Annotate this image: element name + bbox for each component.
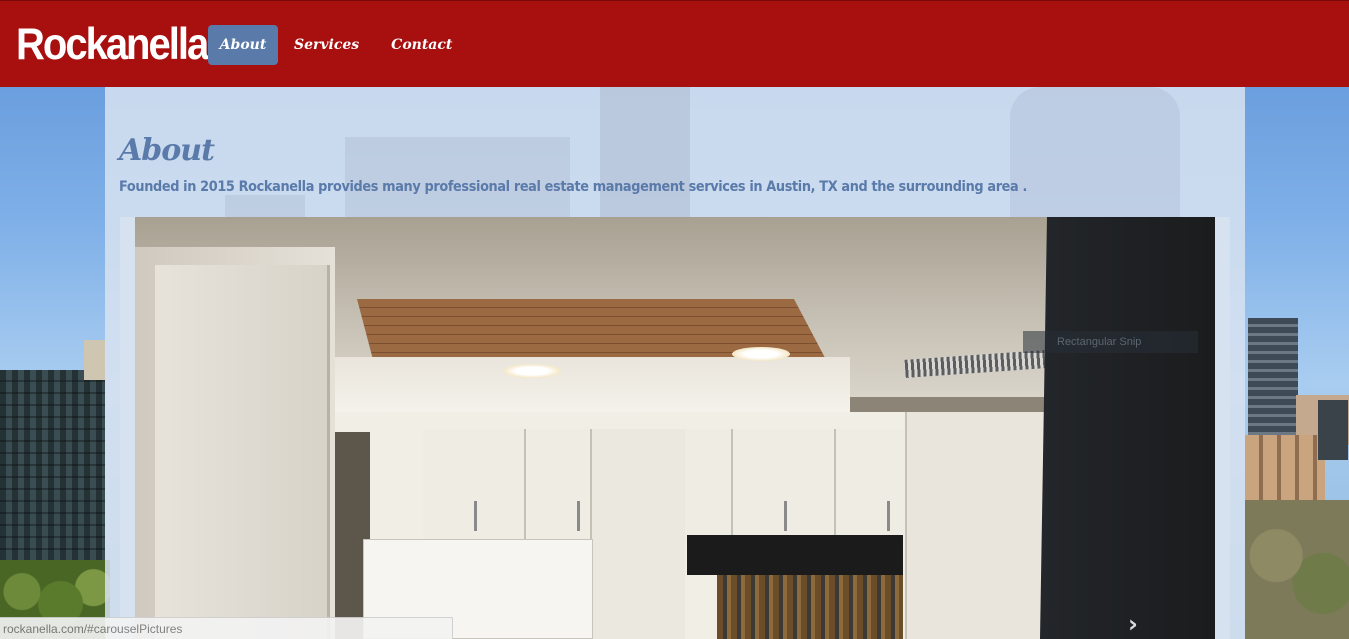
main-nav: About Services Contact	[208, 25, 468, 65]
nav-item-about[interactable]: About	[208, 25, 278, 65]
content-panel: About Founded in 2015 Rockanella provide…	[105, 87, 1245, 639]
nav-item-contact[interactable]: Contact	[375, 25, 468, 65]
brand-logo[interactable]: Rockanella	[16, 20, 209, 70]
about-description: Founded in 2015 Rockanella provides many…	[119, 179, 1028, 195]
about-heading: About	[119, 133, 215, 168]
photo-carousel: Rectangular Snip ‹ ›	[120, 217, 1230, 639]
building-right-tower	[1248, 318, 1298, 438]
browser-status-url: rockanella.com/#carouselPictures	[0, 617, 453, 639]
carousel-slide-kitchen-photo: Rectangular Snip	[135, 217, 1215, 639]
rectangular-snip-overlay: Rectangular Snip	[1023, 331, 1198, 353]
carousel-next-button[interactable]: ›	[1118, 609, 1148, 639]
building-right-brick	[1245, 435, 1325, 505]
nav-item-services[interactable]: Services	[278, 25, 375, 65]
chevron-right-icon: ›	[1128, 610, 1138, 638]
navbar: Rockanella About Services Contact	[0, 0, 1349, 87]
trees-right	[1245, 500, 1349, 639]
building-right-dark	[1318, 400, 1348, 460]
building-left-small	[84, 340, 106, 380]
